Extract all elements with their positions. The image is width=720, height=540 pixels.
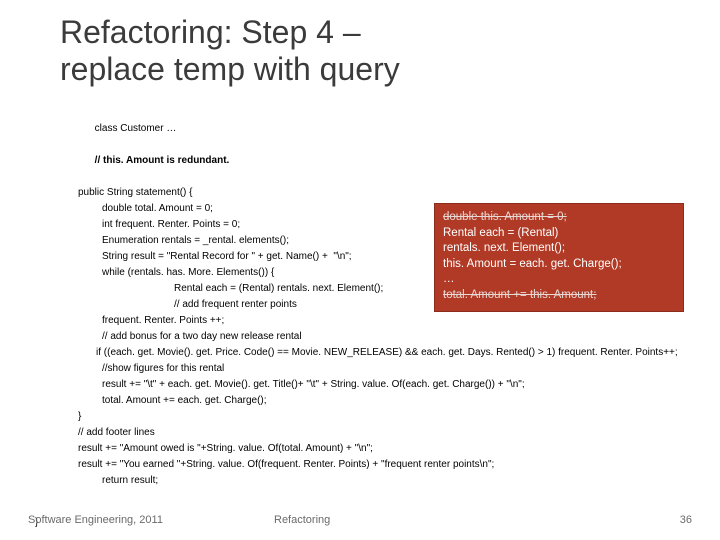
footer-left: Software Engineering, 2011 xyxy=(28,514,163,526)
callout-l3: this. Amount = each. get. Charge(); xyxy=(443,257,675,273)
callout-l2a: Rental each = (Rental) xyxy=(443,226,675,242)
footer-right: 36 xyxy=(680,514,692,526)
code-l14: total. Amount += each. get. Charge(); xyxy=(78,393,690,409)
callout-l2b: rentals. next. Element(); xyxy=(443,241,675,257)
code-l10: // add bonus for a two day new release r… xyxy=(78,329,690,345)
code-l15: } xyxy=(78,409,690,425)
callout-l5: total. Amount += this. Amount; xyxy=(443,288,675,304)
code-l1: public String statement() { xyxy=(78,185,690,201)
class-line: class Customer … // this. Amount is redu… xyxy=(78,105,690,185)
callout-l4: … xyxy=(443,272,675,288)
slide: Refactoring: Step 4 – replace temp with … xyxy=(0,0,720,540)
code-l17: result += "Amount owed is "+String. valu… xyxy=(78,441,690,457)
code-l16: // add footer lines xyxy=(78,425,690,441)
footer-mid: Refactoring xyxy=(274,514,330,526)
title-line1: Refactoring: Step 4 – replace temp with … xyxy=(60,14,400,87)
slide-title: Refactoring: Step 4 – replace temp with … xyxy=(60,14,680,88)
code-l9: frequent. Renter. Points ++; xyxy=(78,313,690,329)
code-l18: result += "You earned "+String. value. O… xyxy=(78,457,690,473)
code-l11: if ((each. get. Movie(). get. Price. Cod… xyxy=(48,345,690,361)
callout-strike: double this. Amount = 0; xyxy=(443,210,675,226)
class-decl: class Customer … xyxy=(95,123,177,134)
code-l12: //show figures for this rental xyxy=(78,361,690,377)
code-l13: result += "\t" + each. get. Movie(). get… xyxy=(78,377,690,393)
code-l19: return result; xyxy=(78,473,690,489)
redundant-comment: // this. Amount is redundant. xyxy=(95,155,230,166)
callout-box: double this. Amount = 0; Rental each = (… xyxy=(434,203,684,312)
